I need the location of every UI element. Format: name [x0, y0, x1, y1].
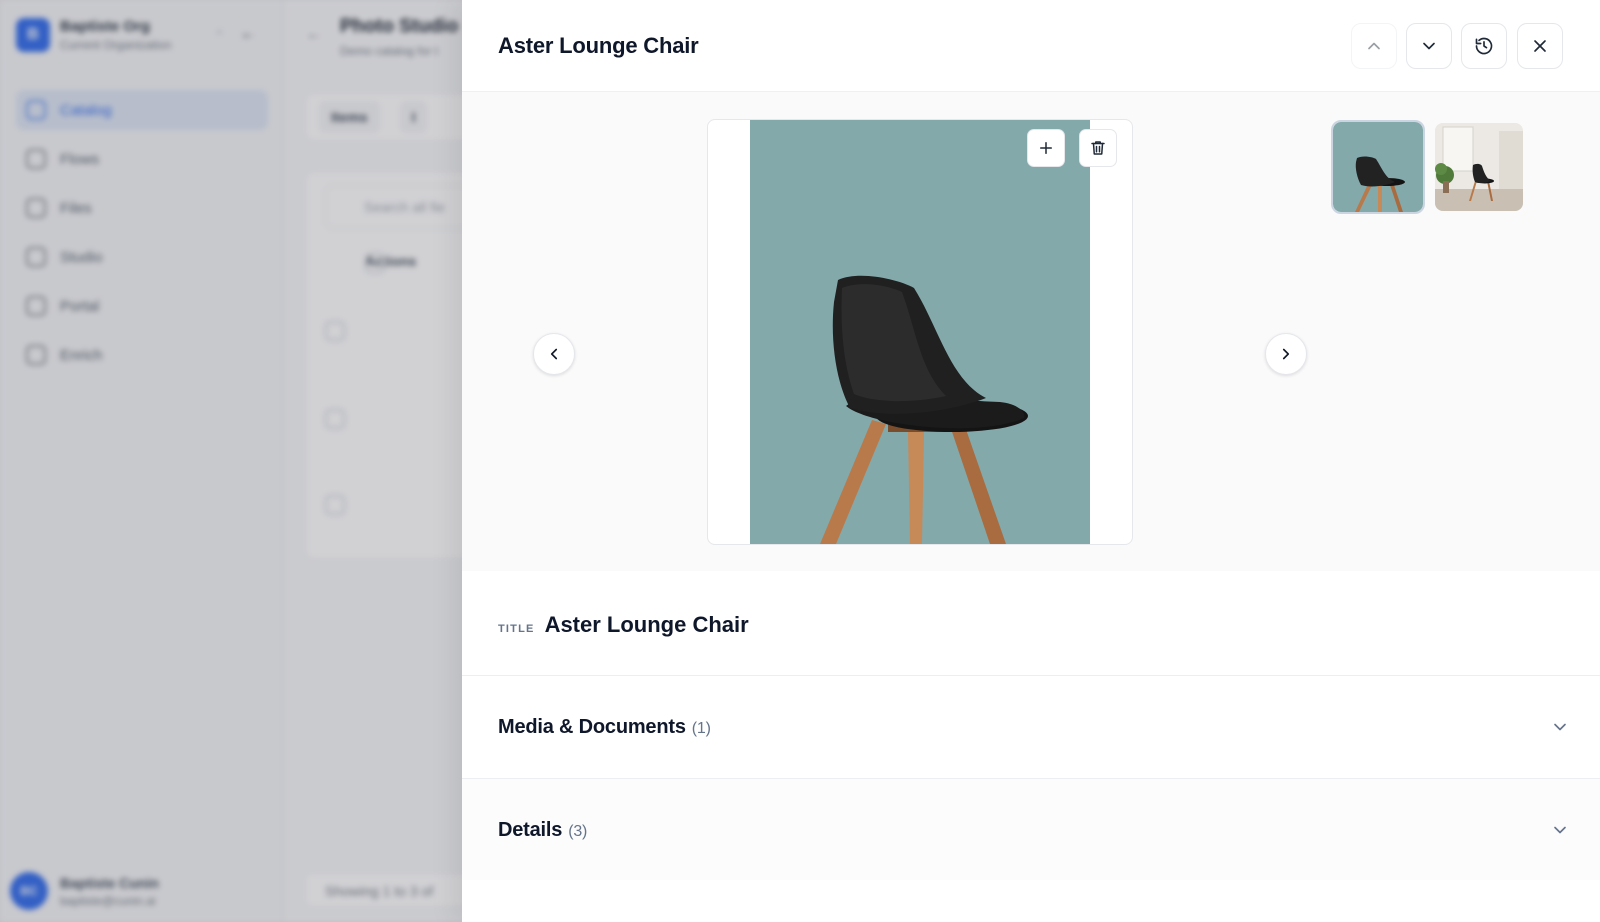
- image-gallery: [462, 92, 1600, 571]
- image-thumbnail-2[interactable]: [1435, 123, 1523, 211]
- section-count: (1): [691, 720, 711, 737]
- add-image-button[interactable]: [1027, 129, 1065, 167]
- title-field-label: TITLE: [498, 623, 535, 635]
- section-media-documents[interactable]: Media & Documents (1): [462, 675, 1600, 777]
- product-image[interactable]: [750, 120, 1090, 544]
- previous-image-button[interactable]: [533, 333, 575, 375]
- section-title-text: Details: [498, 819, 563, 841]
- close-icon: [1534, 40, 1546, 52]
- chair-thumbnail: [1355, 156, 1405, 212]
- chevron-up-icon: [1368, 42, 1380, 50]
- chevron-down-icon: [1554, 723, 1566, 731]
- chevron-left-icon: [550, 348, 558, 360]
- title-field: TITLE Aster Lounge Chair: [498, 612, 749, 638]
- item-drawer: Aster Lounge Chair TITLE Aster Lounge Ch…: [462, 0, 1600, 922]
- drawer-title: Aster Lounge Chair: [498, 33, 699, 58]
- title-field-value[interactable]: Aster Lounge Chair: [545, 612, 749, 638]
- section-title: Media & Documents (1): [498, 716, 711, 739]
- previous-item-button[interactable]: [1351, 23, 1397, 69]
- chevron-down-icon: [1554, 826, 1566, 834]
- history-button[interactable]: [1461, 23, 1507, 69]
- history-icon: [1475, 37, 1493, 55]
- image-thumbnail-1[interactable]: [1331, 120, 1425, 214]
- section-title-text: Media & Documents: [498, 716, 686, 738]
- next-item-button[interactable]: [1406, 23, 1452, 69]
- chevron-right-icon: [1282, 348, 1290, 360]
- chair-illustration: [820, 275, 1028, 544]
- section-count: (3): [568, 823, 588, 840]
- close-button[interactable]: [1517, 23, 1563, 69]
- trash-icon: [1091, 141, 1105, 155]
- section-title: Details (3): [498, 819, 587, 842]
- section-details[interactable]: Details (3): [462, 778, 1600, 880]
- next-image-button[interactable]: [1265, 333, 1307, 375]
- chevron-down-icon: [1423, 42, 1435, 50]
- drawer-header: Aster Lounge Chair: [462, 0, 1600, 92]
- delete-image-button[interactable]: [1079, 129, 1117, 167]
- room-thumbnail: [1435, 123, 1523, 211]
- main-image-frame: [707, 119, 1133, 545]
- plus-icon: [1040, 142, 1052, 154]
